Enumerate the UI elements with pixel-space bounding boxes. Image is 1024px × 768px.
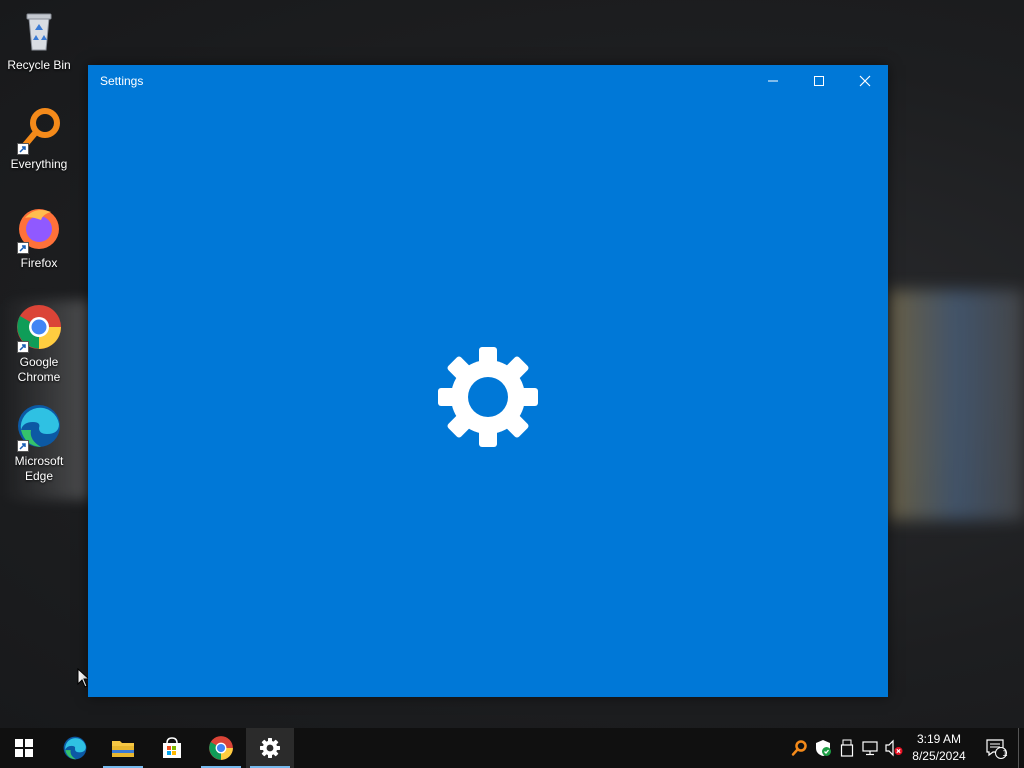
recycle-bin-icon (15, 6, 63, 54)
taskbar-settings-button[interactable] (246, 728, 294, 768)
clock-date: 8/25/2024 (912, 749, 966, 763)
shortcut-arrow-icon (17, 341, 29, 353)
gear-icon (260, 738, 280, 758)
folder-icon (112, 741, 134, 757)
tray-network-icon[interactable] (860, 738, 880, 758)
desktop-icon-everything[interactable]: Everything (6, 105, 72, 172)
everything-search-icon (791, 740, 807, 756)
tray-volume-icon[interactable] (884, 738, 904, 758)
shortcut-arrow-icon (17, 143, 29, 155)
taskbar-edge-button[interactable] (51, 728, 99, 768)
tray-security-icon[interactable] (813, 738, 833, 758)
firefox-icon (15, 204, 63, 254)
desktop-icon-google-chrome[interactable]: Google Chrome (6, 303, 72, 385)
taskbar-file-explorer-button[interactable] (99, 728, 147, 768)
desktop-icon-label: Firefox (20, 256, 58, 270)
tray-usb-icon[interactable] (837, 738, 857, 758)
close-icon (859, 75, 871, 87)
security-shield-icon (816, 740, 831, 756)
wallpaper-graphic (888, 290, 1024, 520)
notification-count: 1 (1002, 748, 1008, 758)
minimize-button[interactable] (750, 65, 796, 97)
chrome-icon (209, 736, 233, 760)
taskbar-chrome-button[interactable] (197, 728, 245, 768)
desktop-icon-firefox[interactable]: Firefox (6, 204, 72, 271)
chrome-icon (15, 303, 63, 353)
edge-icon (15, 402, 63, 452)
volume-muted-icon (885, 739, 903, 757)
taskbar-store-button[interactable] (148, 728, 196, 768)
everything-search-icon (15, 105, 63, 155)
start-button[interactable] (0, 728, 48, 768)
action-center-button[interactable]: 1 (976, 728, 1016, 768)
window-title: Settings (100, 74, 144, 88)
clock-time: 3:19 AM (916, 732, 962, 746)
taskbar: 3:19 AM 8/25/2024 1 (0, 728, 1024, 768)
settings-window[interactable]: Settings (88, 65, 888, 697)
show-desktop-button[interactable] (1018, 728, 1024, 768)
store-icon (163, 737, 181, 758)
tray-everything-icon[interactable] (789, 738, 809, 758)
maximize-icon (814, 76, 824, 86)
network-icon (862, 741, 878, 756)
edge-icon (63, 736, 87, 760)
desktop-icon-label: Everything (10, 157, 68, 171)
desktop-icon-recycle-bin[interactable]: Recycle Bin (6, 6, 72, 73)
desktop-icon-label: Google Chrome (17, 355, 61, 384)
shortcut-arrow-icon (17, 242, 29, 254)
windows-logo-icon (15, 739, 33, 757)
gear-icon (438, 347, 538, 447)
minimize-icon (768, 80, 778, 82)
taskbar-clock[interactable]: 3:19 AM 8/25/2024 (904, 731, 974, 765)
desktop-icon-label: Recycle Bin (7, 58, 71, 72)
title-bar[interactable]: Settings (88, 65, 888, 97)
desktop-icon-label: Microsoft Edge (14, 454, 64, 483)
usb-drive-icon (840, 739, 854, 757)
desktop-icon-microsoft-edge[interactable]: Microsoft Edge (6, 402, 72, 484)
maximize-button[interactable] (796, 65, 842, 97)
close-button[interactable] (842, 65, 888, 97)
shortcut-arrow-icon (17, 440, 29, 452)
